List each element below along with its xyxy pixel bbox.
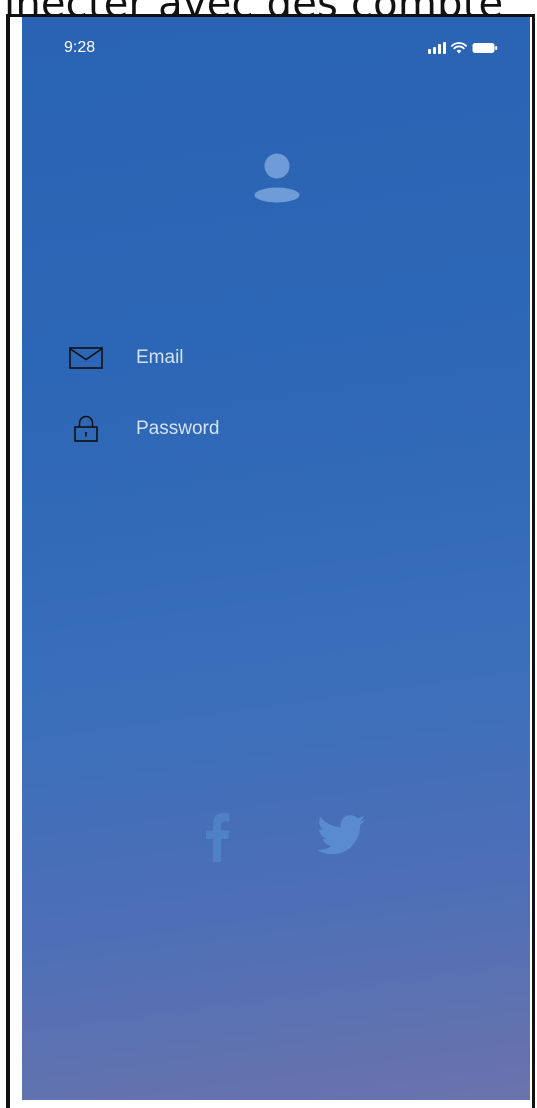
lock-icon (68, 415, 104, 442)
status-time: 9:28 (64, 39, 96, 56)
twitter-icon[interactable] (317, 815, 366, 860)
email-field-row (68, 343, 456, 373)
status-icons (428, 41, 498, 54)
battery-icon (472, 42, 498, 54)
signal-icon (428, 42, 446, 54)
envelope-icon (68, 345, 104, 371)
phone-screen: 9:28 (22, 17, 530, 1100)
email-field[interactable] (136, 343, 456, 373)
password-field-row (68, 414, 456, 444)
page: inecter avec des compte 9:28 (0, 0, 537, 1108)
user-icon (252, 151, 302, 203)
facebook-icon[interactable] (204, 812, 230, 867)
frame-left-border (6, 14, 10, 1108)
frame-right-border (532, 14, 535, 1108)
password-field[interactable] (136, 414, 456, 444)
wifi-icon (451, 41, 467, 54)
